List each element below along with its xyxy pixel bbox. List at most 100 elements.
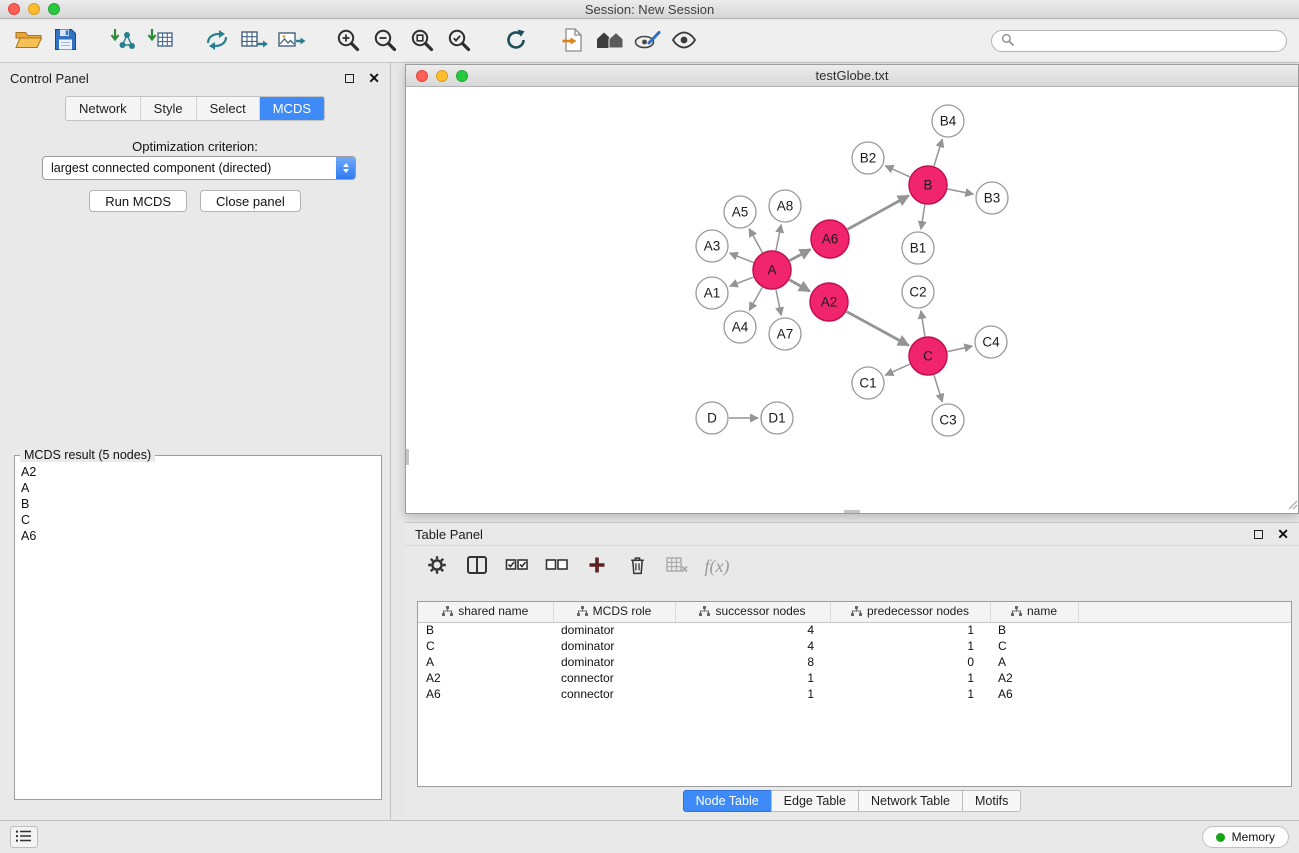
network-graph[interactable]: B4B2BB3A8A5A6B1A3AA1C2A2A4A7C4CC1C3DD1	[406, 87, 1298, 513]
graph-edge-A-A4[interactable]	[749, 287, 762, 310]
new-network-button[interactable]	[198, 25, 235, 57]
save-session-button[interactable]	[47, 25, 84, 57]
import-network-button[interactable]	[104, 25, 141, 57]
graph-edge-A2-C[interactable]	[847, 312, 909, 346]
graph-edge-A-A1[interactable]	[730, 277, 754, 286]
graph-edge-B-B1[interactable]	[921, 205, 925, 229]
import-table-button[interactable]	[141, 25, 178, 57]
graph-node-D1[interactable]: D1	[761, 402, 793, 434]
resize-grip[interactable]	[1286, 498, 1298, 513]
delete-column-button[interactable]	[621, 552, 653, 582]
graph-edge-C-C2[interactable]	[921, 311, 925, 336]
graph-node-A5[interactable]: A5	[724, 196, 756, 228]
graph-node-D[interactable]: D	[696, 402, 728, 434]
graph-node-A4[interactable]: A4	[724, 311, 756, 343]
graph-node-C1[interactable]: C1	[852, 367, 884, 399]
style-pen-button[interactable]	[628, 25, 665, 57]
open-session-button[interactable]	[10, 25, 47, 57]
graph-edge-C-C4[interactable]	[948, 346, 973, 352]
minimize-network-window-button[interactable]	[436, 70, 448, 82]
deselect-all-columns-button[interactable]	[541, 552, 573, 582]
graph-node-B3[interactable]: B3	[976, 182, 1008, 214]
memory-button[interactable]: Memory	[1202, 826, 1289, 848]
graph-edge-C-C1[interactable]	[885, 364, 909, 375]
mcds-result-item[interactable]: A2	[21, 464, 375, 480]
graph-edge-A-A6[interactable]	[790, 249, 811, 260]
float-table-panel-icon[interactable]	[1254, 530, 1263, 539]
graph-node-C2[interactable]: C2	[902, 276, 934, 308]
graph-edge-A6-B[interactable]	[848, 196, 909, 230]
delete-table-button[interactable]	[661, 552, 693, 582]
graph-node-A[interactable]: A	[753, 251, 791, 289]
close-table-panel-icon[interactable]: ✕	[1277, 527, 1289, 541]
graph-node-A3[interactable]: A3	[696, 230, 728, 262]
vertical-scrollbar-thumb[interactable]	[406, 449, 409, 465]
graph-node-C[interactable]: C	[909, 337, 947, 375]
home-button[interactable]	[591, 25, 628, 57]
tab-select[interactable]: Select	[197, 97, 260, 120]
create-column-button[interactable]	[581, 552, 613, 582]
graph-node-C3[interactable]: C3	[932, 404, 964, 436]
show-columns-button[interactable]	[461, 552, 493, 582]
select-all-columns-button[interactable]	[501, 552, 533, 582]
float-panel-icon[interactable]	[345, 74, 354, 83]
function-builder-button[interactable]: f(x)	[701, 552, 733, 582]
mcds-result-item[interactable]: C	[21, 512, 375, 528]
graph-node-C4[interactable]: C4	[975, 326, 1007, 358]
graph-node-A6[interactable]: A6	[811, 220, 849, 258]
table-settings-button[interactable]	[421, 552, 453, 582]
graph-node-A2[interactable]: A2	[810, 283, 848, 321]
graph-edge-B-B4[interactable]	[934, 139, 942, 166]
network-canvas[interactable]: B4B2BB3A8A5A6B1A3AA1C2A2A4A7C4CC1C3DD1	[406, 87, 1298, 513]
graph-edge-A-A2[interactable]	[789, 280, 809, 291]
table-row[interactable]: Cdominator41C	[418, 638, 1291, 654]
network-window-titlebar[interactable]: testGlobe.txt	[406, 65, 1298, 87]
zoom-in-button[interactable]	[329, 25, 366, 57]
graph-node-A1[interactable]: A1	[696, 277, 728, 309]
export-document-button[interactable]	[554, 25, 591, 57]
graph-node-B1[interactable]: B1	[902, 232, 934, 264]
eye-button[interactable]	[665, 25, 702, 57]
export-image-button[interactable]	[272, 25, 309, 57]
graph-edge-B-B3[interactable]	[948, 189, 974, 194]
zoom-network-window-button[interactable]	[456, 70, 468, 82]
graph-edge-A-A3[interactable]	[730, 253, 754, 263]
close-window-button[interactable]	[8, 3, 20, 15]
mcds-result-item[interactable]: A	[21, 480, 375, 496]
tab-mcds[interactable]: MCDS	[260, 97, 324, 120]
zoom-out-button[interactable]	[366, 25, 403, 57]
zoom-window-button[interactable]	[48, 3, 60, 15]
graph-node-B4[interactable]: B4	[932, 105, 964, 137]
horizontal-scrollbar-thumb[interactable]	[844, 510, 860, 513]
tab-node-table[interactable]: Node Table	[683, 790, 772, 812]
column-header-name[interactable]: name	[990, 602, 1078, 622]
column-header-successor-nodes[interactable]: successor nodes	[675, 602, 830, 622]
refresh-button[interactable]	[497, 25, 534, 57]
zoom-selected-button[interactable]	[440, 25, 477, 57]
zoom-fit-button[interactable]	[403, 25, 440, 57]
column-header-shared-name[interactable]: shared name	[418, 602, 553, 622]
column-header-mcds-role[interactable]: MCDS role	[553, 602, 675, 622]
column-header-predecessor-nodes[interactable]: predecessor nodes	[830, 602, 990, 622]
graph-edge-A-A5[interactable]	[749, 229, 762, 253]
table-row[interactable]: A2connector11A2	[418, 670, 1291, 686]
graph-edge-C-C3[interactable]	[934, 375, 942, 402]
show-panels-button[interactable]	[10, 826, 38, 848]
run-mcds-button[interactable]: Run MCDS	[89, 190, 187, 212]
mcds-result-item[interactable]: B	[21, 496, 375, 512]
tab-style[interactable]: Style	[141, 97, 197, 120]
close-panel-button[interactable]: Close panel	[200, 190, 301, 212]
search-field[interactable]	[991, 30, 1287, 52]
table-row[interactable]: Adominator80A	[418, 654, 1291, 670]
search-input[interactable]	[1019, 34, 1277, 48]
graph-node-B[interactable]: B	[909, 166, 947, 204]
table-row[interactable]: Bdominator41B	[418, 622, 1291, 638]
new-table-button[interactable]	[235, 25, 272, 57]
mcds-result-item[interactable]: A6	[21, 528, 375, 544]
close-network-window-button[interactable]	[416, 70, 428, 82]
tab-motifs[interactable]: Motifs	[962, 790, 1021, 812]
graph-edge-A-A8[interactable]	[776, 225, 781, 251]
graph-node-A8[interactable]: A8	[769, 190, 801, 222]
tab-network-table[interactable]: Network Table	[858, 790, 963, 812]
tab-network[interactable]: Network	[66, 97, 141, 120]
